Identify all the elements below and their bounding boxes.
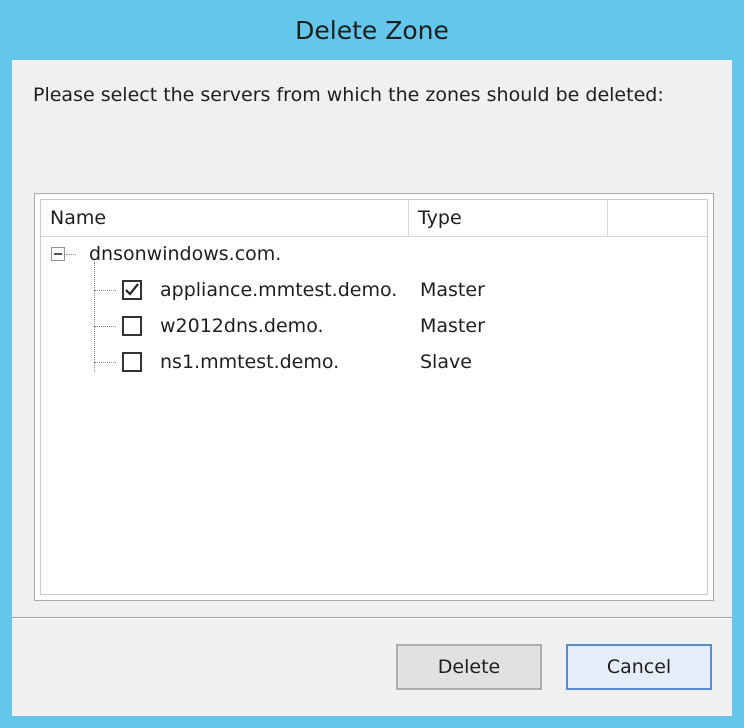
tree-connector	[66, 254, 76, 255]
dialog-body: Please select the servers from which the…	[12, 60, 732, 716]
tree-root-label[interactable]: dnsonwindows.com.	[89, 243, 281, 265]
server-type: Slave	[420, 351, 472, 373]
button-separator	[12, 617, 732, 619]
server-checkbox[interactable]	[122, 316, 142, 336]
collapse-minus-icon[interactable]	[51, 247, 65, 261]
server-checkbox[interactable]	[122, 352, 142, 372]
column-header-name[interactable]: Name	[41, 200, 409, 236]
server-checkbox[interactable]	[122, 280, 142, 300]
server-tree-list: Name Type dnsonwindows.com. appliance.mm…	[40, 199, 708, 595]
server-name[interactable]: appliance.mmtest.demo.	[160, 279, 397, 301]
checkmark-icon	[125, 283, 139, 296]
tree-connector	[94, 290, 116, 291]
server-name[interactable]: w2012dns.demo.	[160, 315, 324, 337]
window-border-bottom	[0, 716, 744, 728]
column-header-type[interactable]: Type	[409, 200, 608, 236]
cancel-button[interactable]: Cancel	[566, 644, 712, 690]
tree-connector	[94, 326, 116, 327]
server-name[interactable]: ns1.mmtest.demo.	[160, 351, 339, 373]
delete-button[interactable]: Delete	[396, 644, 542, 690]
tree-connector	[94, 362, 116, 363]
server-type: Master	[420, 279, 485, 301]
tree-connector	[94, 262, 95, 372]
server-tree-view: Name Type dnsonwindows.com. appliance.mm…	[34, 193, 714, 601]
column-header-filler	[608, 200, 707, 236]
column-header-row: Name Type	[41, 200, 707, 237]
window-title: Delete Zone	[295, 15, 449, 45]
instruction-text: Please select the servers from which the…	[33, 84, 664, 106]
delete-zone-dialog: Delete Zone Please select the servers fr…	[0, 0, 744, 728]
server-type: Master	[420, 315, 485, 337]
